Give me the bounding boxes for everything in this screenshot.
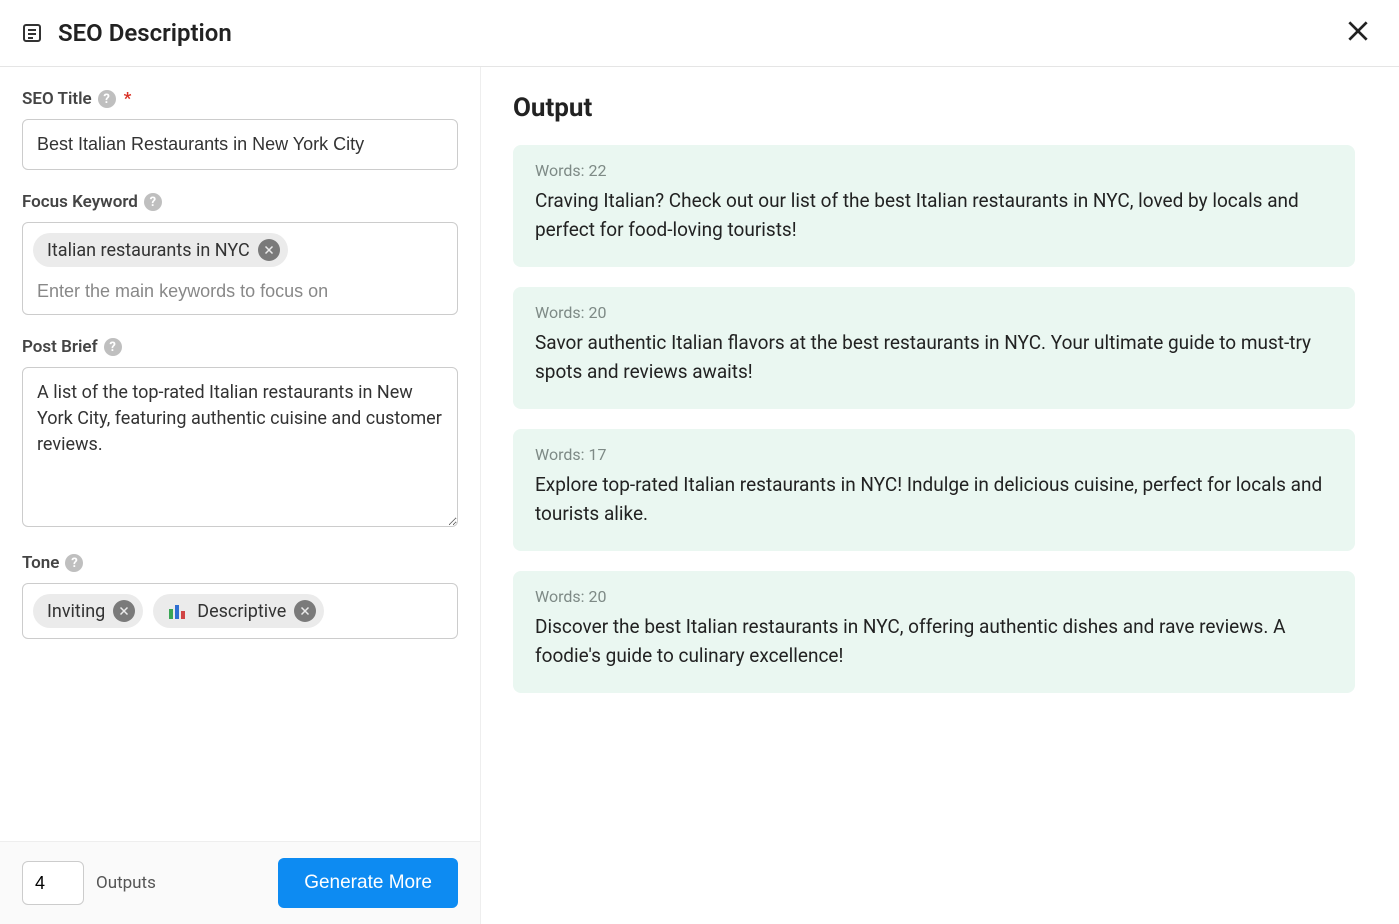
seo-title-label-row: SEO Title ? * [22, 89, 458, 109]
footer-left: Outputs [22, 861, 156, 905]
focus-keyword-label-row: Focus Keyword ? [22, 192, 458, 212]
form-panel: SEO Title ? * Focus Keyword ? Italian re… [0, 67, 481, 924]
output-card[interactable]: Words: 20 Savor authentic Italian flavors… [513, 287, 1355, 409]
modal-body: SEO Title ? * Focus Keyword ? Italian re… [0, 67, 1399, 924]
output-text: Explore top-rated Italian restaurants in… [535, 470, 1333, 529]
help-icon[interactable]: ? [104, 338, 122, 356]
output-word-count: Words: 20 [535, 587, 1333, 606]
help-icon[interactable]: ? [144, 193, 162, 211]
field-focus-keyword: Focus Keyword ? Italian restaurants in N… [22, 192, 458, 315]
tag-label: Italian restaurants in NYC [47, 240, 250, 261]
form-scroll[interactable]: SEO Title ? * Focus Keyword ? Italian re… [0, 67, 480, 841]
field-post-brief: Post Brief ? A list of the top-rated Ita… [22, 337, 458, 531]
close-icon [299, 601, 311, 622]
tone-tags: Inviting Descriptive [33, 594, 447, 628]
output-card[interactable]: Words: 17 Explore top-rated Italian resta… [513, 429, 1355, 551]
help-icon[interactable]: ? [65, 554, 83, 572]
focus-keyword-tags: Italian restaurants in NYC [33, 233, 447, 267]
focus-keyword-box[interactable]: Italian restaurants in NYC [22, 222, 458, 315]
output-card[interactable]: Words: 22 Craving Italian? Check out our … [513, 145, 1355, 267]
focus-keyword-tag: Italian restaurants in NYC [33, 233, 288, 267]
seo-title-label: SEO Title [22, 89, 92, 109]
output-word-count: Words: 17 [535, 445, 1333, 464]
tone-box[interactable]: Inviting Descriptive [22, 583, 458, 639]
modal-title: SEO Description [58, 19, 232, 47]
tone-tag: Inviting [33, 594, 143, 628]
required-marker: * [124, 89, 132, 109]
close-icon [263, 240, 275, 261]
bar-chart-icon [167, 601, 187, 621]
close-icon [118, 601, 130, 622]
remove-tag-button[interactable] [258, 239, 280, 261]
output-cards: Words: 22 Craving Italian? Check out our … [513, 145, 1355, 693]
tag-label: Inviting [47, 601, 105, 622]
output-word-count: Words: 20 [535, 303, 1333, 322]
remove-tag-button[interactable] [113, 600, 135, 622]
outputs-label: Outputs [96, 873, 156, 893]
output-text: Savor authentic Italian flavors at the b… [535, 328, 1333, 387]
header-left: SEO Description [20, 19, 232, 47]
field-tone: Tone ? Inviting Descriptive [22, 553, 458, 639]
tag-label: Descriptive [197, 601, 286, 622]
close-button[interactable] [1345, 18, 1371, 48]
post-brief-label: Post Brief [22, 337, 98, 357]
form-footer: Outputs Generate More [0, 841, 480, 924]
focus-keyword-input[interactable] [33, 273, 447, 308]
post-brief-label-row: Post Brief ? [22, 337, 458, 357]
remove-tag-button[interactable] [294, 600, 316, 622]
seo-description-icon [20, 21, 44, 45]
output-text: Discover the best Italian restaurants in… [535, 612, 1333, 671]
output-word-count: Words: 22 [535, 161, 1333, 180]
tone-label-row: Tone ? [22, 553, 458, 573]
close-icon [1345, 29, 1371, 48]
output-text: Craving Italian? Check out our list of t… [535, 186, 1333, 245]
tone-tag: Descriptive [153, 594, 324, 628]
outputs-count-input[interactable] [22, 861, 84, 905]
field-seo-title: SEO Title ? * [22, 89, 458, 170]
modal-header: SEO Description [0, 0, 1399, 67]
generate-more-button[interactable]: Generate More [278, 858, 458, 908]
tone-label: Tone [22, 553, 59, 573]
output-panel: Output Words: 22 Craving Italian? Check o… [481, 67, 1399, 924]
output-card[interactable]: Words: 20 Discover the best Italian resta… [513, 571, 1355, 693]
help-icon[interactable]: ? [98, 90, 116, 108]
focus-keyword-label: Focus Keyword [22, 192, 138, 212]
output-heading: Output [513, 93, 1355, 123]
seo-title-input[interactable] [22, 119, 458, 170]
post-brief-textarea[interactable]: A list of the top-rated Italian restaura… [22, 367, 458, 527]
